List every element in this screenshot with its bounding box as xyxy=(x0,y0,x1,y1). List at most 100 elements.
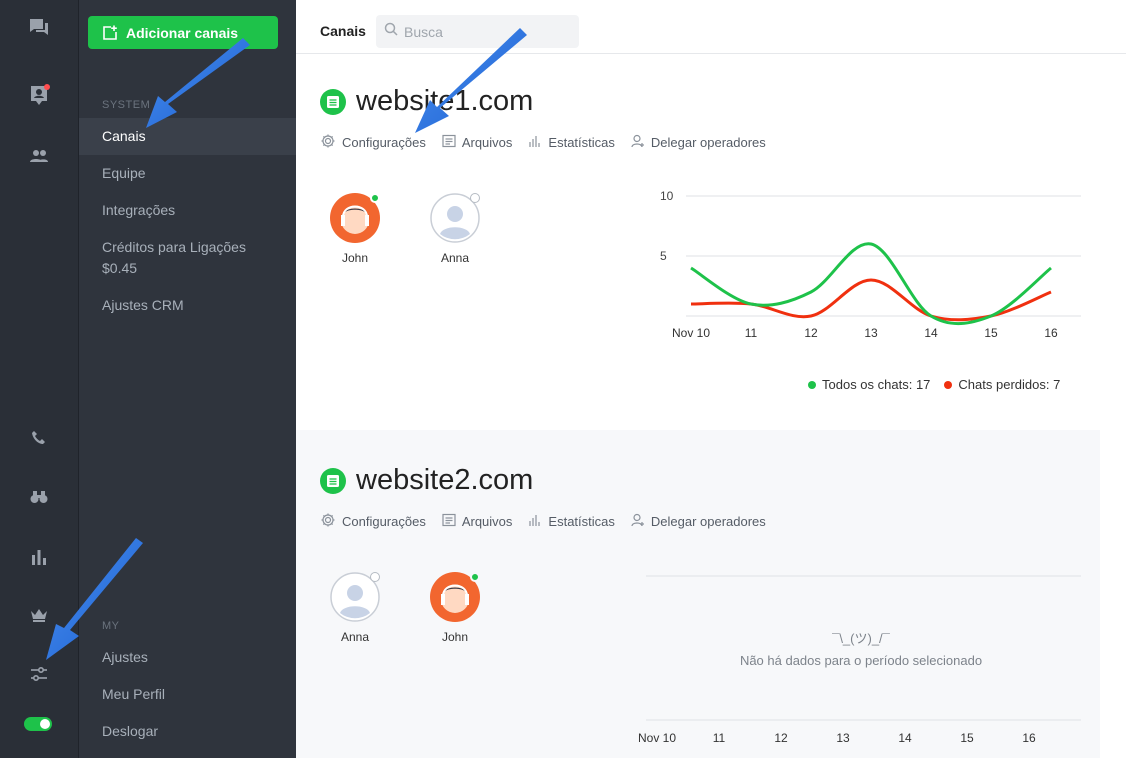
status-offline-indicator xyxy=(370,572,380,582)
sidebar-item-creditos[interactable]: Créditos para Ligações $0.45 xyxy=(79,237,296,279)
gear-icon xyxy=(320,512,336,531)
channel-name[interactable]: website1.com xyxy=(356,85,533,118)
channel-header: website1.com xyxy=(320,85,533,118)
sidebar-item-deslogar[interactable]: Deslogar xyxy=(79,721,296,742)
file-icon xyxy=(442,513,456,530)
y-tick-label: 10 xyxy=(660,189,674,203)
operator-anna[interactable]: Anna xyxy=(325,572,385,644)
tab-label: Configurações xyxy=(342,514,426,529)
bars-icon xyxy=(528,513,542,530)
channel-actions: Configurações Arquivos Estatísticas Dele… xyxy=(320,133,766,152)
sidebar: Adicionar canais SYSTEM Canais Equipe In… xyxy=(79,0,296,758)
x-tick-label: 13 xyxy=(864,326,878,340)
tab-label: Delegar operadores xyxy=(650,135,766,150)
status-online-indicator xyxy=(370,193,380,203)
section-label-system: SYSTEM xyxy=(102,99,151,111)
sidebar-item-meu-perfil[interactable]: Meu Perfil xyxy=(79,684,296,705)
tab-arquivos[interactable]: Arquivos xyxy=(442,512,512,531)
tab-label: Estatísticas xyxy=(548,514,615,529)
widget-icon xyxy=(320,88,346,115)
x-tick-label: Nov 10 xyxy=(638,731,676,745)
sidebar-item-ajustes-crm[interactable]: Ajustes CRM xyxy=(79,295,296,316)
channel-header: website2.com xyxy=(320,464,533,497)
operator-name: John xyxy=(441,630,469,644)
operator-name: Anna xyxy=(440,251,470,265)
sidebar-item-creditos-label: Créditos para Ligações xyxy=(102,239,246,255)
avatar xyxy=(330,193,380,243)
x-tick-label: 12 xyxy=(804,326,818,340)
bars-icon xyxy=(528,134,542,151)
shrug-emoticon: ¯\_(ツ)_/¯ xyxy=(832,631,890,646)
search-icon xyxy=(384,22,398,41)
team-icon[interactable] xyxy=(22,139,56,173)
operator-john[interactable]: John xyxy=(425,572,485,644)
channel-card-website2: website2.com Configurações Arquivos Esta… xyxy=(296,430,1100,758)
page-title: Canais xyxy=(320,23,366,39)
x-tick-label: 16 xyxy=(1044,326,1058,340)
x-tick-label: 12 xyxy=(774,731,788,745)
legend-dot-red xyxy=(944,380,953,389)
tab-label: Arquivos xyxy=(461,135,513,150)
channel-actions: Configurações Arquivos Estatísticas Dele… xyxy=(320,512,766,531)
tab-delegar-operadores[interactable]: Delegar operadores xyxy=(631,133,766,152)
user-icon xyxy=(631,513,645,530)
legend-item-missed: Chats perdidos: 7 xyxy=(944,377,1060,392)
chat-icon[interactable] xyxy=(22,11,56,45)
x-tick-label: 14 xyxy=(898,731,912,745)
add-window-icon xyxy=(102,25,118,41)
phone-icon[interactable] xyxy=(22,421,56,455)
y-tick-label: 5 xyxy=(660,249,667,263)
tab-estatisticas[interactable]: Estatísticas xyxy=(528,512,615,531)
user-icon xyxy=(631,134,645,151)
tab-label: Delegar operadores xyxy=(650,514,766,529)
x-tick-label: 14 xyxy=(924,326,938,340)
sidebar-item-ajustes[interactable]: Ajustes xyxy=(79,647,296,668)
operator-name: John xyxy=(341,251,369,265)
settings-sliders-icon[interactable] xyxy=(22,657,56,691)
add-channel-label: Adicionar canais xyxy=(126,24,239,41)
channel-name[interactable]: website2.com xyxy=(356,464,533,497)
avatar xyxy=(430,193,480,243)
binoculars-icon[interactable] xyxy=(22,480,56,514)
top-bar: Canais xyxy=(296,0,1126,54)
x-tick-label: 11 xyxy=(745,326,758,340)
sidebar-item-integracoes[interactable]: Integrações xyxy=(79,200,296,221)
tab-arquivos[interactable]: Arquivos xyxy=(442,133,513,152)
legend-label: Todos os chats: 17 xyxy=(822,377,931,392)
legend-label: Chats perdidos: 7 xyxy=(958,377,1061,392)
status-online-indicator xyxy=(470,572,480,582)
sidebar-item-equipe[interactable]: Equipe xyxy=(79,163,296,184)
empty-message: Não há dados para o período selecionado xyxy=(739,653,983,668)
operator-anna[interactable]: Anna xyxy=(425,193,485,265)
tab-label: Estatísticas xyxy=(548,135,615,150)
operator-john[interactable]: John xyxy=(325,193,385,265)
x-tick-label: 16 xyxy=(1022,731,1036,745)
avatar xyxy=(430,572,480,622)
online-toggle[interactable] xyxy=(24,717,52,731)
search-box[interactable] xyxy=(376,15,579,48)
chart-website1: 5 10 Nov 10 11 12 13 14 15 16 xyxy=(636,184,1086,354)
section-label-my: MY xyxy=(102,620,120,632)
tab-configuracoes[interactable]: Configurações xyxy=(320,512,426,531)
search-input[interactable] xyxy=(404,23,574,40)
empty-state: ¯\_(ツ)_/¯ Não há dados para o período se… xyxy=(716,628,1006,668)
sidebar-item-canais[interactable]: Canais xyxy=(79,118,296,155)
tab-label: Configurações xyxy=(342,135,426,150)
contacts-icon[interactable] xyxy=(22,79,56,113)
notification-badge xyxy=(44,84,50,90)
tab-estatisticas[interactable]: Estatísticas xyxy=(528,133,615,152)
crown-icon[interactable] xyxy=(22,598,56,632)
gear-icon xyxy=(320,133,336,152)
tab-configuracoes[interactable]: Configurações xyxy=(320,133,426,152)
x-tick-label: 15 xyxy=(960,731,974,745)
legend-item-all: Todos os chats: 17 xyxy=(808,377,930,392)
toggle-knob xyxy=(40,719,50,729)
channel-card-website1: website1.com Configurações Arquivos Esta… xyxy=(296,54,1100,430)
line-chart-svg: 5 10 Nov 10 11 12 13 14 15 16 xyxy=(660,189,1081,340)
avatar xyxy=(330,572,380,622)
legend-dot-green xyxy=(808,380,816,389)
add-channel-button[interactable]: Adicionar canais xyxy=(88,16,278,49)
stats-icon[interactable] xyxy=(22,540,56,574)
tab-delegar-operadores[interactable]: Delegar operadores xyxy=(631,512,766,531)
status-offline-indicator xyxy=(470,193,480,203)
